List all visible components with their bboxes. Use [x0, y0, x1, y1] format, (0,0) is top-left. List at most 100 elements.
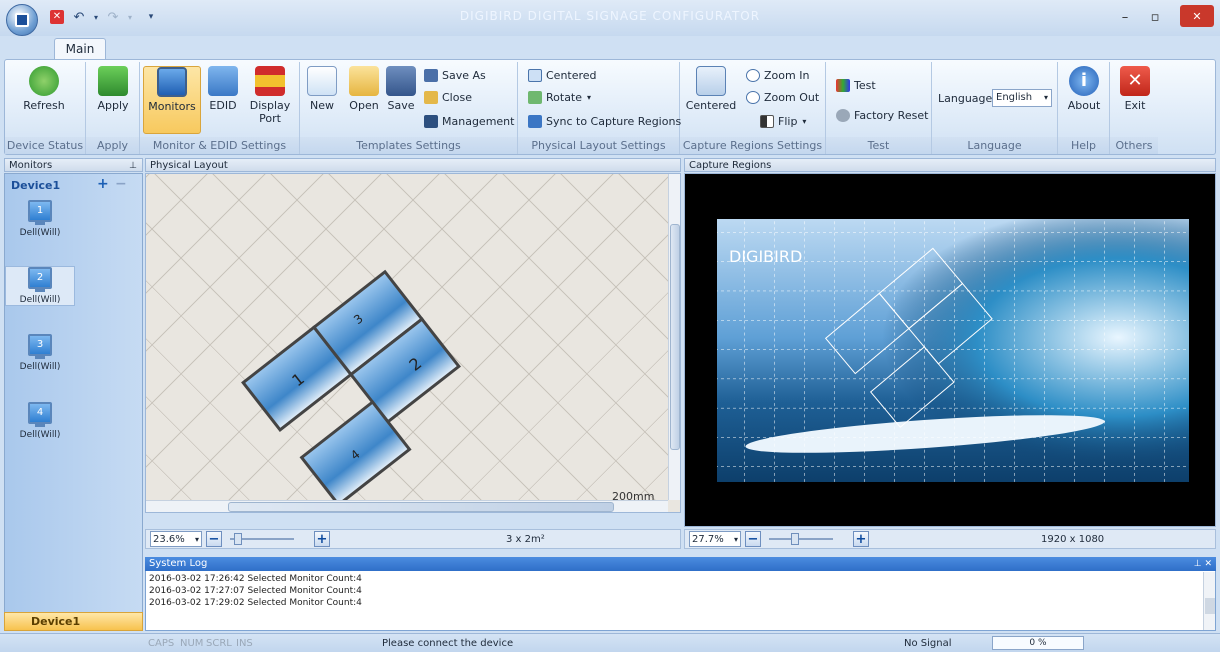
edid-icon	[208, 66, 238, 96]
refresh-label: Refresh	[23, 99, 65, 112]
group-language: Language English ▾ Language	[932, 62, 1058, 154]
display-port-label-2: Port	[259, 112, 281, 125]
monitor-item-3[interactable]: 3 Dell(Will)	[5, 334, 75, 372]
zoom-out-button[interactable]: −	[206, 531, 222, 547]
capture-zoom-select[interactable]: 27.7% ▾	[689, 531, 741, 547]
scroll-thumb[interactable]	[670, 224, 680, 450]
new-label: New	[310, 99, 334, 112]
zoom-in-button[interactable]: +	[314, 531, 330, 547]
physical-zoom-select[interactable]: 23.6% ▾	[150, 531, 202, 547]
slider-thumb[interactable]	[791, 533, 799, 545]
progress-label: 0 %	[1029, 638, 1047, 648]
zoom-out-icon	[746, 90, 760, 104]
save-button[interactable]: Save	[384, 66, 418, 132]
log-line: 2016-03-02 17:27:07 Selected Monitor Cou…	[149, 586, 362, 596]
device-label[interactable]: Device1	[11, 179, 60, 192]
log-line: 2016-03-02 17:26:42 Selected Monitor Cou…	[149, 574, 362, 584]
pin-icon[interactable]: ⊥	[129, 159, 137, 173]
zoom-in-button[interactable]: +	[853, 531, 869, 547]
log-scrollbar[interactable]	[1203, 572, 1215, 630]
management-button[interactable]: Management	[424, 112, 514, 130]
centered-icon	[528, 68, 542, 82]
slider-thumb[interactable]	[234, 533, 242, 545]
exit-button[interactable]: ✕ Exit	[1110, 66, 1160, 132]
minimize-button[interactable]: –	[1112, 6, 1138, 28]
physical-layout-canvas[interactable]: 1 2 3 4 200mm	[145, 173, 681, 513]
undo-dropdown-icon[interactable]: ▾	[90, 8, 102, 26]
management-label: Management	[442, 114, 515, 128]
capture-image-svg: DIGIBIRD	[717, 219, 1189, 482]
centered-capture-label: Centered	[685, 99, 737, 112]
open-label: Open	[349, 99, 379, 112]
new-file-icon	[307, 66, 337, 96]
redo-dropdown-icon[interactable]: ▾	[124, 8, 136, 26]
zoom-slider[interactable]	[769, 533, 833, 545]
save-as-button[interactable]: Save As	[424, 66, 486, 84]
monitor-label: Dell(Will)	[19, 228, 61, 238]
apply-icon	[98, 66, 128, 96]
monitor-item-1[interactable]: 1 Dell(Will)	[5, 200, 75, 238]
group-label: Test	[826, 137, 931, 154]
scroll-thumb[interactable]	[228, 502, 614, 512]
refresh-button[interactable]: Refresh	[19, 66, 69, 132]
group-monitor-edid: Monitors EDID Display Port Monitor & EDI…	[140, 62, 300, 154]
scroll-thumb[interactable]	[1205, 598, 1215, 614]
monitor-stand	[35, 289, 45, 292]
monitor-icon: 3	[28, 334, 52, 356]
monitor-label: Dell(Will)	[19, 430, 61, 440]
rotate-icon	[528, 90, 542, 104]
add-monitor-icon[interactable]: +	[97, 176, 109, 192]
centered-capture-button[interactable]: Centered	[684, 66, 738, 132]
zoom-out-button[interactable]: Zoom Out	[746, 88, 819, 106]
pin-close-icon[interactable]: ⊥ ✕	[1194, 557, 1212, 571]
monitor-item-2[interactable]: 2 Dell(Will)	[5, 266, 75, 306]
device-tab[interactable]: Device1	[4, 612, 143, 631]
close-doc-icon[interactable]: ✕	[48, 8, 66, 26]
flip-icon	[760, 114, 774, 128]
monitors-button[interactable]: Monitors	[143, 66, 201, 134]
recycle-icon	[29, 66, 59, 96]
zoom-slider[interactable]	[230, 533, 294, 545]
remove-monitor-icon[interactable]: −	[115, 176, 127, 192]
close-window-button[interactable]: ✕	[1180, 5, 1214, 27]
zoom-in-button[interactable]: Zoom In	[746, 66, 809, 84]
undo-icon[interactable]: ↶	[70, 8, 88, 26]
tab-main[interactable]: Main	[54, 38, 106, 60]
apply-button[interactable]: Apply	[88, 66, 138, 132]
flip-button[interactable]: Flip ▾	[760, 112, 806, 130]
centered-layout-button[interactable]: Centered	[528, 66, 597, 84]
factory-reset-button[interactable]: Factory Reset	[836, 106, 928, 124]
test-button[interactable]: Test	[836, 76, 876, 94]
sync-capture-button[interactable]: Sync to Capture Regions	[528, 112, 681, 130]
new-button[interactable]: New	[302, 66, 342, 132]
restore-button[interactable]: ▫	[1142, 6, 1168, 28]
monitor-item-4[interactable]: 4 Dell(Will)	[5, 402, 75, 440]
edid-button[interactable]: EDID	[202, 66, 244, 132]
factory-reset-label: Factory Reset	[854, 108, 929, 122]
close-template-button[interactable]: Close	[424, 88, 472, 106]
chevron-down-icon: ▾	[587, 92, 592, 102]
monitor-icon	[157, 67, 187, 97]
horizontal-scrollbar[interactable]	[146, 500, 668, 512]
about-button[interactable]: i About	[1059, 66, 1109, 132]
customize-qat-icon[interactable]: ▾	[144, 8, 158, 26]
vertical-scrollbar[interactable]	[668, 174, 680, 500]
display-port-label: Display	[249, 99, 291, 112]
gear-icon	[836, 108, 850, 122]
zoom-out-button[interactable]: −	[745, 531, 761, 547]
group-others: ✕ Exit Others	[1110, 62, 1158, 154]
management-icon	[424, 114, 438, 128]
display-port-button[interactable]: Display Port	[244, 66, 296, 132]
capture-regions-canvas[interactable]: DIGIBIRD	[684, 173, 1216, 527]
flag-icon	[255, 66, 285, 96]
flip-label: Flip	[778, 114, 798, 128]
redo-icon[interactable]: ↷	[104, 8, 122, 26]
language-value: English	[996, 92, 1033, 103]
app-menu-button[interactable]	[6, 4, 38, 36]
group-label: Apply	[86, 137, 139, 154]
group-templates: New Open Save Save As Close Management T…	[300, 62, 518, 154]
open-button[interactable]: Open	[342, 66, 386, 132]
chevron-down-icon: ▾	[1043, 93, 1048, 102]
language-select[interactable]: English ▾	[992, 89, 1052, 107]
rotate-button[interactable]: Rotate ▾	[528, 88, 591, 106]
